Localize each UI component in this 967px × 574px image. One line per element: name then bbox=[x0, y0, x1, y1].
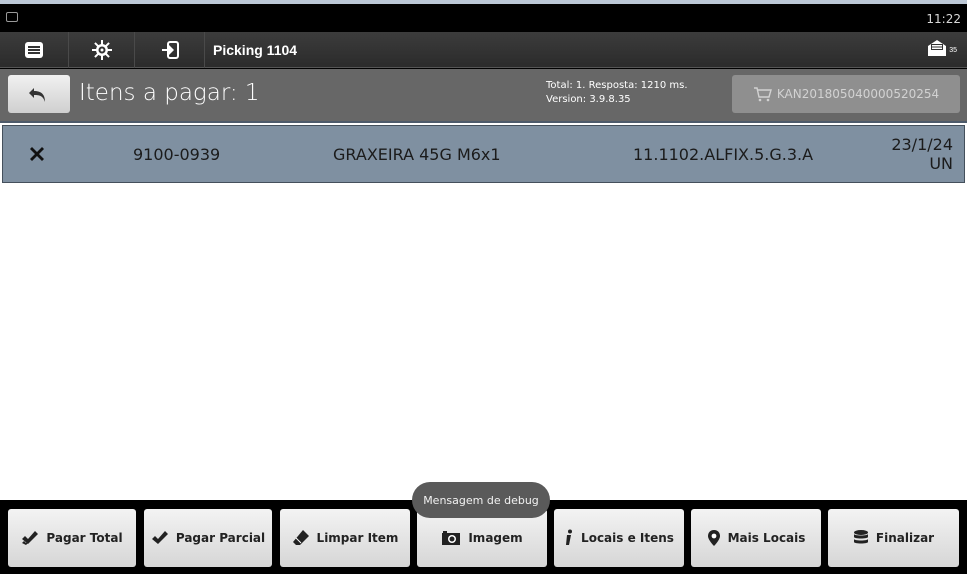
item-description: GRAXEIRA 45G M6x1 bbox=[333, 144, 501, 164]
sign-in-icon bbox=[161, 41, 179, 59]
message-count-badge: 35 bbox=[949, 47, 957, 54]
gear-icon bbox=[91, 40, 112, 60]
info-total: Total: 1. Resposta: 1210 ms. bbox=[546, 80, 688, 91]
info-icon bbox=[564, 529, 574, 547]
remove-item-button[interactable] bbox=[25, 126, 49, 182]
cart-icon bbox=[753, 87, 772, 102]
pay-partial-button[interactable]: Pagar Parcial bbox=[144, 509, 272, 567]
check-icon bbox=[151, 530, 169, 546]
undo-arrow-icon bbox=[29, 88, 45, 102]
response-info: Total: 1. Resposta: 1210 ms. Version: 3.… bbox=[546, 79, 688, 107]
menu-button[interactable] bbox=[0, 32, 69, 68]
clear-item-button[interactable]: Limpar Item bbox=[280, 509, 410, 567]
locations-items-label: Locais e Itens bbox=[581, 531, 674, 545]
messages-button[interactable]: 35 bbox=[927, 39, 957, 57]
locations-items-button[interactable]: Locais e Itens bbox=[554, 509, 684, 567]
item-date: 23/1/24 bbox=[891, 135, 953, 154]
debug-toast: Mensagem de debug bbox=[412, 482, 550, 518]
database-icon bbox=[853, 529, 869, 547]
top-toolbar: Picking 1104 35 bbox=[0, 32, 967, 68]
list-item[interactable]: 9100-0939 GRAXEIRA 45G M6x1 11.1102.ALFI… bbox=[2, 125, 965, 183]
pay-total-button[interactable]: Pagar Total bbox=[8, 509, 136, 567]
item-location: 11.1102.ALFIX.5.G.3.A bbox=[633, 144, 814, 164]
settings-button[interactable] bbox=[69, 32, 135, 68]
more-locations-label: Mais Locais bbox=[727, 531, 806, 545]
clear-item-label: Limpar Item bbox=[316, 531, 399, 545]
info-version: Version: 3.9.8.35 bbox=[546, 94, 631, 105]
header-row: Itens a pagar: 1 Total: 1. Resposta: 121… bbox=[0, 69, 967, 121]
kanban-button[interactable]: KAN201805040000520254 bbox=[732, 75, 960, 113]
item-code: 9100-0939 bbox=[133, 144, 221, 164]
item-date-unit: 23/1/24 UN bbox=[863, 126, 953, 182]
item-unit: UN bbox=[929, 154, 953, 173]
finish-label: Finalizar bbox=[875, 531, 935, 545]
camera-icon bbox=[441, 530, 461, 546]
finish-button[interactable]: Finalizar bbox=[828, 509, 959, 567]
map-marker-icon bbox=[707, 529, 721, 547]
close-icon bbox=[30, 147, 44, 161]
android-status-bar: 11:22 bbox=[0, 4, 967, 32]
pay-total-label: Pagar Total bbox=[46, 531, 123, 545]
toolbar-title: Picking 1104 bbox=[213, 42, 298, 58]
kanban-label: KAN201805040000520254 bbox=[776, 87, 940, 101]
page-title: Itens a pagar: 1 bbox=[79, 80, 260, 106]
more-locations-button[interactable]: Mais Locais bbox=[691, 509, 821, 567]
pay-partial-label: Pagar Parcial bbox=[175, 531, 266, 545]
clock: 11:22 bbox=[926, 12, 961, 26]
notification-icon bbox=[6, 12, 18, 22]
menu-list-icon bbox=[25, 42, 43, 58]
eraser-icon bbox=[292, 529, 310, 547]
double-check-icon bbox=[21, 530, 39, 546]
login-button[interactable] bbox=[135, 32, 205, 68]
back-button[interactable] bbox=[8, 75, 70, 113]
image-label: Imagem bbox=[468, 531, 523, 545]
items-list: 9100-0939 GRAXEIRA 45G M6x1 11.1102.ALFI… bbox=[0, 121, 967, 500]
envelope-open-icon bbox=[928, 40, 947, 56]
